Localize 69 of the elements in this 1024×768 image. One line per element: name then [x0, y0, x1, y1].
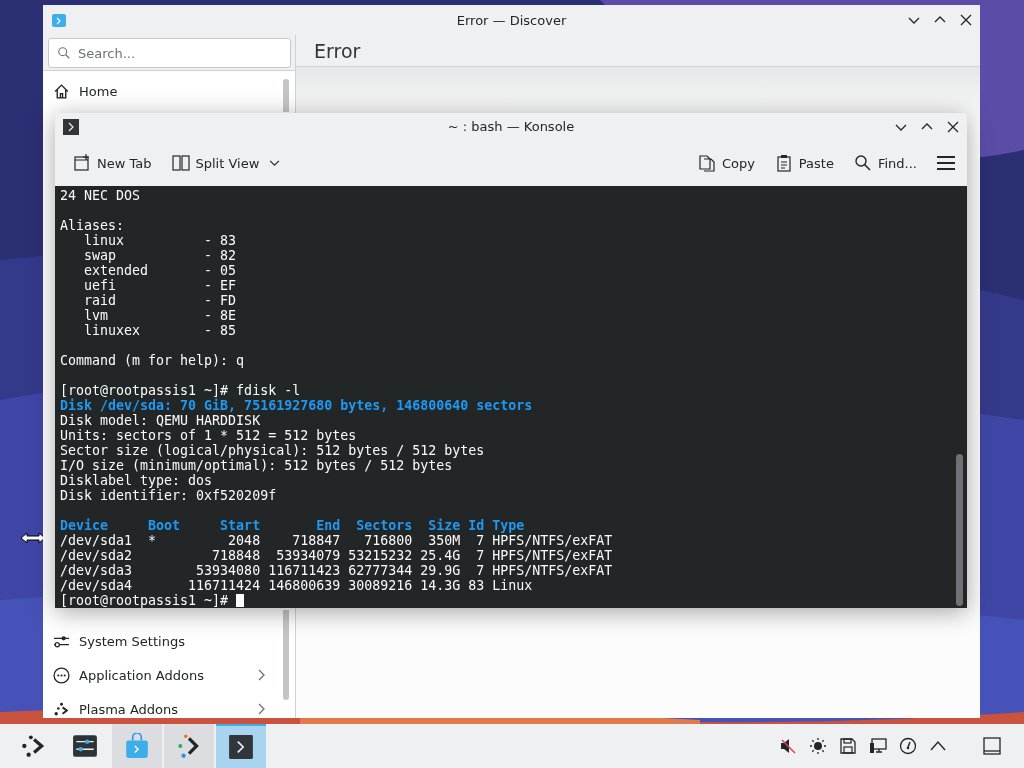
sidebar-item[interactable]: Home: [43, 74, 275, 108]
terminal-line: Disk model: QEMU HARDDISK: [60, 413, 261, 428]
scrollbar-thumb[interactable]: [956, 454, 963, 606]
muted-speaker-icon[interactable]: [779, 737, 797, 755]
terminal-line: Disk /dev/sda: 70 GiB, 75161927680 bytes, 146800640 sectors: [60, 398, 533, 413]
text-cursor: [236, 594, 245, 607]
terminal-line: /dev/sda4 116711424 146800639 30089216 14.3G 83 Linux: [60, 578, 533, 593]
monitor-icon[interactable]: [869, 737, 887, 755]
close-icon[interactable]: [960, 14, 972, 26]
toolbar-button[interactable]: Copy: [691, 150, 761, 176]
terminal-line: Device Boot Start End Sectors Size Id Type: [60, 518, 525, 533]
search-icon: [57, 46, 71, 60]
close-icon[interactable]: [947, 120, 959, 133]
show-desktop-icon[interactable]: [983, 737, 1001, 755]
terminal-line: Sector size (logical/physical): 512 bytes / 512 bytes: [60, 443, 485, 458]
shopping-bag-icon: [124, 733, 150, 759]
terminal-line: I/O size (minimum/optimal): 512 bytes / 512 bytes: [60, 458, 453, 473]
system-settings-icon: [72, 733, 98, 759]
toolbar-button[interactable]: Split View: [165, 150, 287, 176]
terminal-line: 24 NEC DOS: [60, 188, 141, 203]
page-title: Error: [314, 39, 361, 62]
task-button[interactable]: [216, 724, 266, 768]
terminal-line: linux - 83: [83, 233, 237, 248]
search-icon: [853, 154, 872, 172]
more-icon: [53, 666, 70, 684]
gauge-icon[interactable]: [899, 737, 917, 755]
terminal-line: /dev/sda1 * 2048 718847 716800 350M 7 HPFS/NTFS/exFAT: [60, 533, 613, 548]
terminal-icon: [63, 118, 79, 135]
window-title: Error — Discover: [456, 12, 567, 28]
toolbar-button[interactable]: New Tab: [67, 150, 158, 176]
clipboard-icon: [774, 154, 793, 172]
scrollbar[interactable]: [283, 610, 289, 700]
terminal-line: raid - FD: [83, 293, 237, 308]
terminal-line: [root@rootpassis1 ~]# fdisk -l: [60, 383, 301, 398]
home-icon: [53, 82, 70, 100]
terminal-line: Aliases:: [60, 218, 125, 233]
shopping-bag-icon: [51, 12, 67, 28]
terminal-line: Command (m for help): q: [60, 353, 245, 368]
search-field[interactable]: Search...: [48, 38, 291, 68]
toolbar-button[interactable]: Find...: [847, 150, 923, 176]
terminal-icon: [228, 734, 254, 760]
scrollbar[interactable]: [283, 79, 289, 112]
window-title: ~ : bash — Konsole: [447, 119, 575, 134]
new-tab-icon: [73, 154, 91, 172]
terminal-line: /dev/sda3 53934080 116711423 62777344 29.9G 7 HPFS/NTFS/exFAT: [60, 563, 613, 578]
sidebar-item[interactable]: Plasma Addons: [43, 692, 275, 718]
plasma-icon: [53, 700, 70, 718]
terminal-line: linuxex - 85: [83, 323, 237, 338]
brightness-icon[interactable]: [809, 737, 827, 755]
split-view-icon: [171, 154, 190, 172]
terminal-line: swap - 82: [83, 248, 237, 263]
menu-icon[interactable]: [937, 156, 955, 170]
terminal-line: uefi - EF: [83, 278, 237, 293]
task-button[interactable]: [164, 724, 214, 768]
toolbar-button[interactable]: Paste: [768, 150, 840, 176]
terminal-line: Disklabel type: dos: [60, 473, 213, 488]
terminal-line: Units: sectors of 1 * 512 = 512 bytes: [60, 428, 357, 443]
terminal-line: /dev/sda2 718848 53934079 53215232 25.4G 7 HPFS/NTFS/exFAT: [60, 548, 613, 563]
copy-icon: [697, 154, 716, 172]
terminal-line: Disk identifier: 0xf520209f: [60, 488, 277, 503]
chevron-icon: [257, 703, 265, 715]
chevron-icon: [257, 669, 265, 681]
terminal-line: [root@rootpassis1 ~]#: [60, 593, 229, 608]
terminal-line: extended - 05: [83, 263, 237, 278]
caret-icon: [269, 159, 281, 167]
sidebar-item[interactable]: Application Addons: [43, 658, 275, 692]
terminal-line: lvm - 8E: [83, 308, 237, 323]
launcher-icon: [20, 733, 46, 759]
sidebar-item[interactable]: System Settings: [43, 624, 275, 658]
